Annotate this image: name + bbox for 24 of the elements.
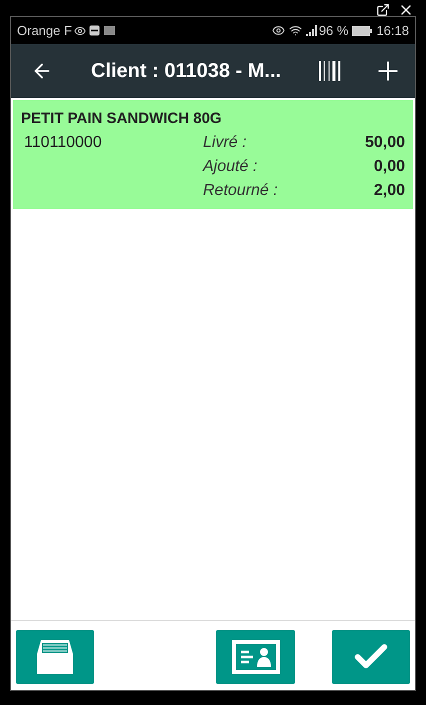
field-label: Livré : — [203, 132, 247, 152]
drawer-icon — [35, 638, 75, 676]
toolbar-title: Client : 011038 - M... — [91, 59, 282, 84]
app-icon — [88, 25, 100, 36]
eye-icon — [74, 24, 86, 36]
battery-icon — [352, 26, 372, 36]
field-value: 0,00 — [374, 156, 405, 176]
barcode-icon[interactable] — [319, 61, 343, 81]
confirm-button[interactable] — [332, 630, 410, 684]
signal-icon — [306, 25, 318, 36]
field-value: 50,00 — [364, 132, 405, 152]
carrier-text: Orange F — [17, 22, 72, 40]
product-code: 110110000 — [23, 132, 103, 152]
time-text: 16:18 — [376, 22, 409, 40]
drawer-button[interactable] — [16, 630, 94, 684]
field-value: 2,00 — [374, 180, 405, 200]
battery-percent-text: 96 % — [318, 22, 348, 40]
contact-card-button[interactable] — [216, 630, 295, 684]
field-label: Ajouté : — [203, 156, 258, 176]
product-card[interactable]: PETIT PAIN SANDWICH 80G 110110000 Livré : 50,00 Ajouté : 0,00 Retourné : 2,00 — [13, 100, 413, 208]
product-name: PETIT PAIN SANDWICH 80G — [21, 109, 223, 129]
field-label: Retourné : — [203, 180, 278, 200]
external-link-icon[interactable] — [376, 3, 390, 17]
eye-icon — [272, 24, 285, 37]
